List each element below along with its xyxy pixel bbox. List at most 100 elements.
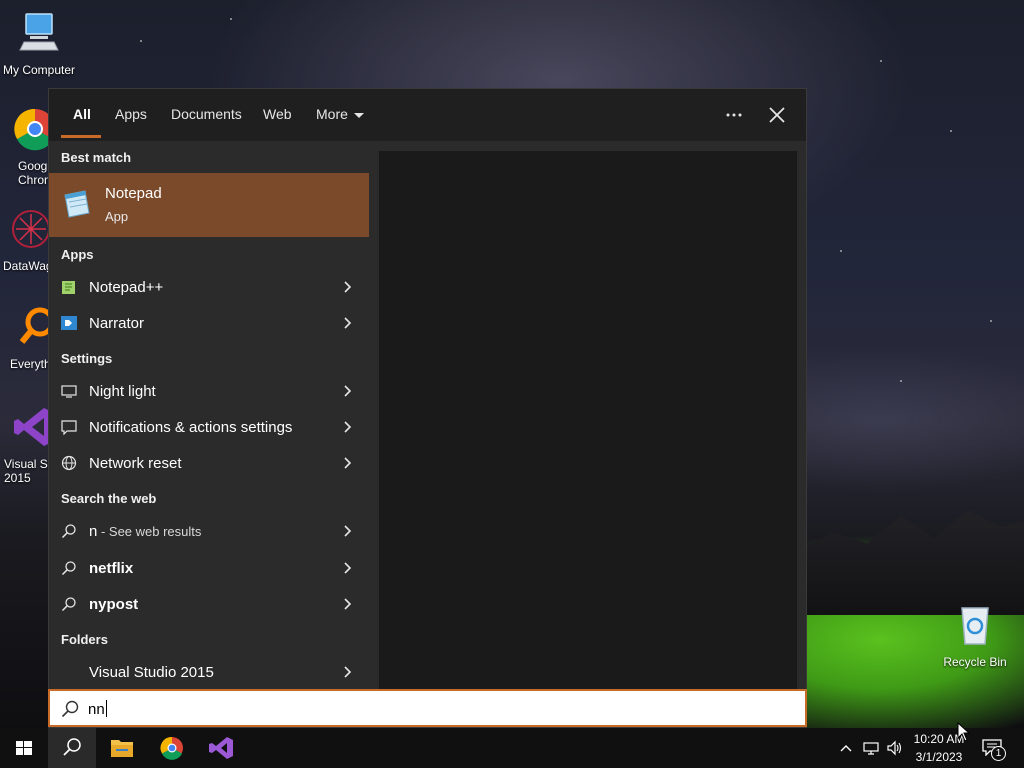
search-icon bbox=[61, 597, 76, 612]
result-web-netflix[interactable]: netflix bbox=[49, 551, 369, 585]
result-night-light[interactable]: Night light bbox=[49, 374, 369, 408]
section-heading-apps: Apps bbox=[61, 247, 94, 262]
section-heading-best-match: Best match bbox=[61, 150, 132, 165]
recycle-bin-icon bbox=[961, 607, 989, 645]
chevron-right-icon[interactable] bbox=[339, 523, 355, 539]
ellipsis-icon[interactable] bbox=[720, 101, 748, 129]
computer-icon bbox=[19, 13, 59, 51]
desktop-icon-my-computer[interactable]: My Computer bbox=[1, 10, 77, 77]
best-match-subtitle: App bbox=[105, 209, 129, 224]
desktop-icon-everything[interactable]: Everyth bbox=[0, 304, 52, 371]
chevron-right-icon[interactable] bbox=[339, 383, 355, 399]
active-tab-indicator bbox=[61, 135, 101, 138]
taskbar-file-explorer[interactable] bbox=[98, 728, 146, 768]
desktop-icon-visual-studio[interactable]: Visual St 2015 bbox=[0, 404, 52, 485]
wallpaper-mountain bbox=[800, 510, 1024, 615]
narrator-icon bbox=[61, 316, 77, 330]
wallpaper-star bbox=[900, 380, 902, 382]
tab-web[interactable]: Web bbox=[263, 106, 292, 122]
result-web-n[interactable]: n - See web results bbox=[49, 514, 369, 548]
start-button[interactable] bbox=[0, 728, 48, 768]
result-label: Narrator bbox=[89, 315, 145, 332]
desktop-icon-google-chrome[interactable]: Goog Chron bbox=[0, 106, 52, 187]
tab-all[interactable]: All bbox=[73, 106, 91, 122]
mouse-cursor bbox=[957, 722, 971, 742]
notification-count-badge: 1 bbox=[991, 746, 1006, 761]
result-label: Network reset bbox=[89, 455, 182, 472]
result-narrator[interactable]: Narrator bbox=[49, 306, 369, 340]
chrome-icon bbox=[14, 108, 52, 151]
desktop-icon-recycle-bin[interactable]: Recycle Bin bbox=[937, 602, 1013, 669]
taskbar-chrome[interactable] bbox=[148, 728, 196, 768]
result-label: Notifications & actions settings bbox=[89, 419, 293, 436]
desktop-icon-datawag[interactable]: DataWag bbox=[0, 206, 52, 273]
chrome-icon bbox=[160, 736, 183, 760]
tab-more[interactable]: More bbox=[316, 106, 364, 122]
result-label: Notepad++ bbox=[89, 279, 164, 296]
desktop-icon-label: Goog Chron bbox=[18, 159, 51, 187]
wallpaper-star bbox=[950, 130, 952, 132]
result-network-reset[interactable]: Network reset bbox=[49, 446, 369, 480]
search-input-value: nn bbox=[88, 700, 107, 718]
network-icon[interactable] bbox=[862, 740, 880, 756]
result-notifications-settings[interactable]: Notifications & actions settings bbox=[49, 410, 369, 444]
chevron-right-icon[interactable] bbox=[339, 315, 355, 331]
notification-icon bbox=[61, 420, 77, 435]
wallpaper-star bbox=[140, 40, 142, 42]
result-label: n - See web results bbox=[89, 523, 201, 540]
text-cursor bbox=[105, 700, 107, 717]
result-label: Night light bbox=[89, 383, 156, 400]
taskbar-search-button[interactable] bbox=[48, 728, 96, 768]
search-icon bbox=[63, 738, 81, 756]
desktop-icon-label: Visual St 2015 bbox=[4, 457, 52, 485]
search-input[interactable]: nn bbox=[48, 689, 807, 727]
result-notepad-plus-plus[interactable]: Notepad++ bbox=[49, 270, 369, 304]
datawag-icon bbox=[12, 210, 50, 248]
wallpaper-star bbox=[230, 18, 232, 20]
result-web-nypost[interactable]: nypost bbox=[49, 587, 369, 621]
windows-logo-icon bbox=[16, 741, 32, 755]
chevron-right-icon[interactable] bbox=[339, 279, 355, 295]
close-icon[interactable] bbox=[763, 101, 791, 129]
best-match-title: Notepad bbox=[105, 185, 162, 202]
desktop-icon-label: Recycle Bin bbox=[943, 655, 1007, 669]
desktop-icon-label: DataWag bbox=[3, 259, 52, 273]
search-panel: All Apps Documents Web More Best match N… bbox=[48, 88, 807, 728]
wallpaper-star bbox=[880, 60, 882, 62]
search-icon bbox=[61, 524, 76, 539]
search-icon bbox=[61, 561, 76, 576]
chevron-up-icon[interactable] bbox=[838, 740, 854, 756]
display-icon bbox=[61, 385, 77, 398]
chevron-right-icon[interactable] bbox=[339, 455, 355, 471]
visual-studio-icon bbox=[14, 408, 52, 446]
volume-icon[interactable] bbox=[886, 740, 904, 756]
search-tabbar: All Apps Documents Web More bbox=[49, 89, 806, 141]
search-results-list: Best match Notepad App Apps Notepad++ Na… bbox=[49, 141, 369, 689]
chevron-right-icon[interactable] bbox=[339, 596, 355, 612]
taskbar-visual-studio[interactable] bbox=[197, 728, 245, 768]
action-center-button[interactable]: 1 bbox=[980, 736, 1010, 762]
result-folder-visual-studio[interactable]: Visual Studio 2015 bbox=[49, 655, 369, 689]
chevron-right-icon[interactable] bbox=[339, 419, 355, 435]
result-label: Visual Studio 2015 bbox=[89, 664, 214, 681]
clock-date: 3/1/2023 bbox=[915, 750, 963, 764]
desktop-icon-label: Everyth bbox=[10, 357, 51, 371]
search-query-text: nn bbox=[88, 701, 105, 718]
visual-studio-icon bbox=[209, 737, 233, 759]
chevron-right-icon[interactable] bbox=[339, 560, 355, 576]
tab-more-label: More bbox=[316, 106, 348, 122]
section-heading-folders: Folders bbox=[61, 632, 108, 647]
result-label: netflix bbox=[89, 560, 134, 577]
best-match-notepad[interactable]: Notepad App bbox=[49, 173, 369, 237]
folder-icon bbox=[111, 740, 133, 757]
web-results-hint: - See web results bbox=[97, 524, 202, 539]
tab-apps[interactable]: Apps bbox=[115, 106, 147, 122]
search-icon bbox=[61, 700, 79, 718]
chevron-right-icon[interactable] bbox=[339, 664, 355, 680]
preview-pane bbox=[379, 151, 797, 689]
wallpaper-star bbox=[990, 320, 992, 322]
result-label: nypost bbox=[89, 596, 139, 613]
globe-icon bbox=[61, 455, 77, 471]
tab-documents[interactable]: Documents bbox=[171, 106, 242, 122]
notepad-icon bbox=[64, 190, 90, 218]
